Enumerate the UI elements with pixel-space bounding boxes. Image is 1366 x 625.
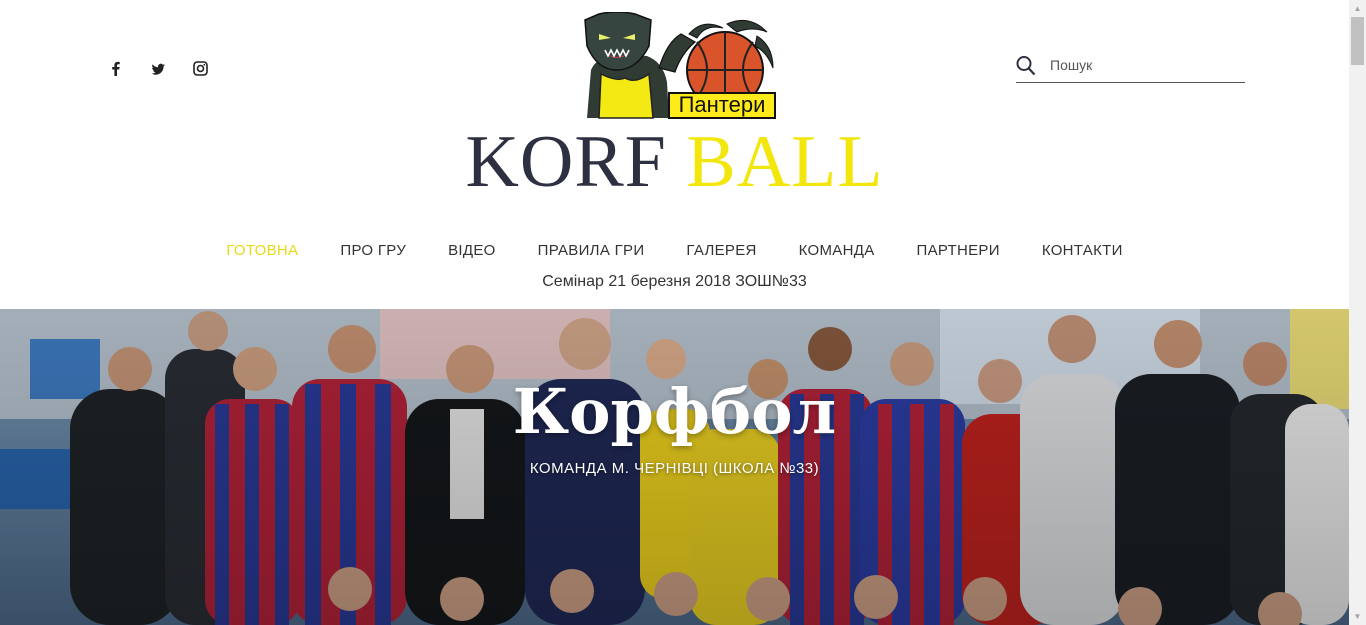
instagram-icon bbox=[192, 60, 234, 78]
nav-item-team[interactable]: КОМАНДА bbox=[778, 241, 896, 261]
scroll-down-icon[interactable]: ▼ bbox=[1349, 608, 1366, 625]
twitter-link[interactable] bbox=[150, 60, 192, 78]
scrollbar-thumb[interactable] bbox=[1351, 17, 1364, 65]
twitter-icon bbox=[150, 60, 192, 78]
facebook-link[interactable] bbox=[108, 60, 150, 78]
instagram-link[interactable] bbox=[192, 60, 234, 78]
nav-item-contacts[interactable]: КОНТАКТИ bbox=[1021, 241, 1144, 261]
hero-banner: Корфбол КОМАНДА М. ЧЕРНІВЦІ (ШКОЛА №33) bbox=[0, 309, 1349, 625]
search-input[interactable] bbox=[1050, 54, 1240, 76]
search-box bbox=[1016, 52, 1245, 83]
main-nav: ГОТОВНА ПРО ГРУ ВІДЕО ПРАВИЛА ГРИ ГАЛЕРЕ… bbox=[0, 241, 1349, 261]
nav-item-video[interactable]: ВІДЕО bbox=[427, 241, 517, 261]
nav-item-rules[interactable]: ПРАВИЛА ГРИ bbox=[517, 241, 666, 261]
logo-badge-text: Пантери bbox=[668, 92, 776, 119]
nav-item-home[interactable]: ГОТОВНА bbox=[205, 241, 319, 261]
nav-item-about-game[interactable]: ПРО ГРУ bbox=[319, 241, 427, 261]
nav-item-gallery[interactable]: ГАЛЕРЕЯ bbox=[665, 241, 777, 261]
site-title-word-2: BALL bbox=[686, 121, 884, 203]
facebook-icon bbox=[108, 60, 150, 78]
hero-title: Корфбол bbox=[512, 375, 837, 448]
search-icon[interactable] bbox=[1016, 55, 1036, 77]
logo[interactable]: Пантери bbox=[577, 11, 777, 120]
page: Пантери KORF BALL ГОТОВНА ПРО ГРУ ВІДЕО … bbox=[0, 0, 1349, 625]
site-title-word-1: KORF bbox=[465, 121, 667, 203]
hero-subtitle: КОМАНДА М. ЧЕРНІВЦІ (ШКОЛА №33) bbox=[529, 460, 820, 477]
page-scrollbar[interactable]: ▲ ▼ bbox=[1349, 0, 1366, 625]
news-ticker[interactable]: Семінар 21 березня 2018 ЗОШ№33 bbox=[0, 273, 1349, 291]
scroll-up-icon[interactable]: ▲ bbox=[1349, 0, 1366, 17]
nav-item-partners[interactable]: ПАРТНЕРИ bbox=[896, 241, 1021, 261]
social-links bbox=[108, 60, 234, 78]
site-title[interactable]: KORF BALL bbox=[0, 122, 1349, 202]
